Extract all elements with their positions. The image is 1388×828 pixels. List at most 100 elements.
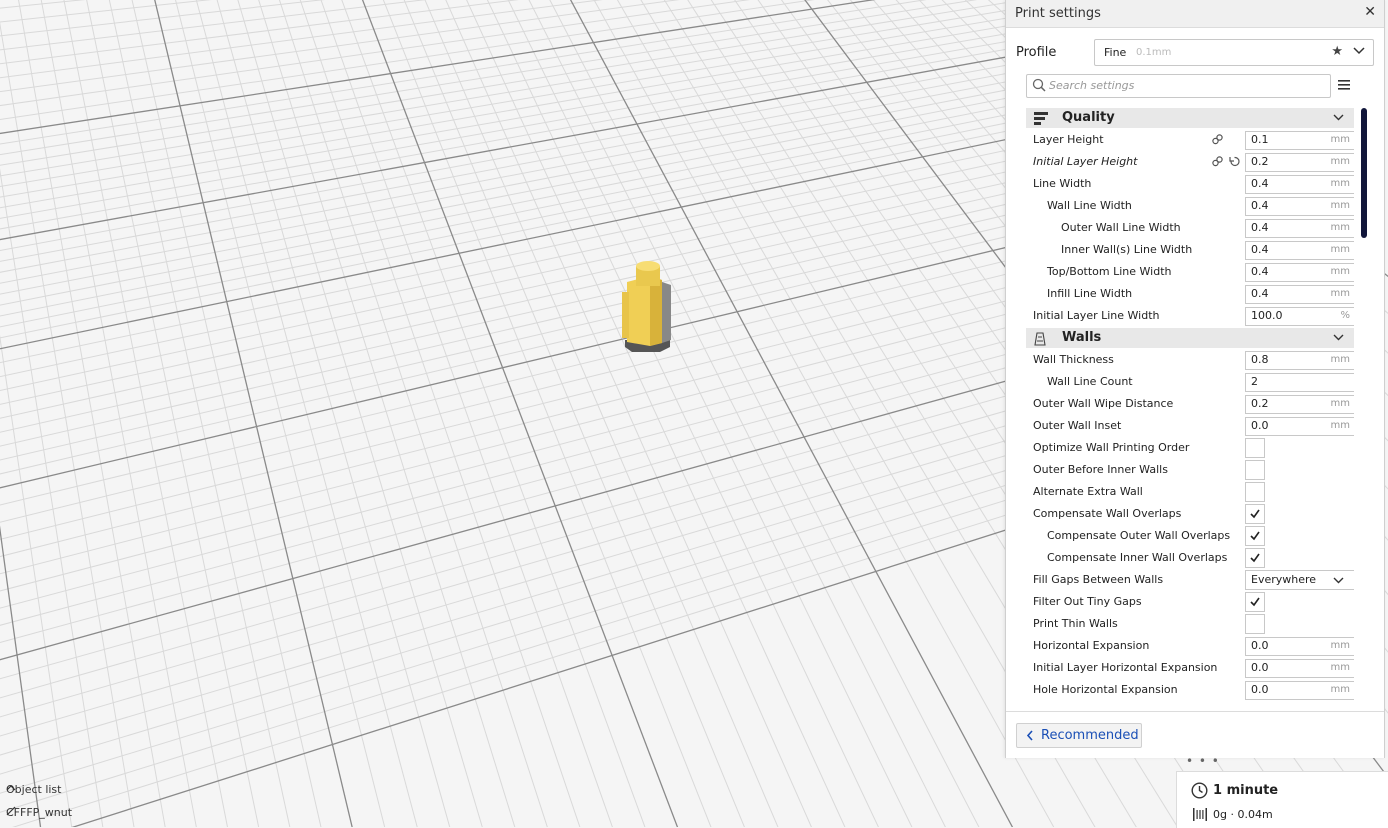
profile-layer-height: 0.1mm xyxy=(1136,47,1172,58)
settings-menu-icon[interactable] xyxy=(1338,79,1350,90)
chevron-down-icon[interactable] xyxy=(1333,113,1344,122)
panel-resize-handle[interactable]: • • • xyxy=(1186,754,1220,768)
setting-row[interactable]: Compensate Outer Wall Overlaps xyxy=(1026,525,1354,547)
setting-input[interactable]: 0.0 mm xyxy=(1245,681,1354,700)
setting-row[interactable]: Outer Wall Wipe Distance 0.2 mm xyxy=(1026,393,1354,415)
recommended-button[interactable]: Recommended xyxy=(1016,723,1142,748)
category-quality[interactable]: Quality xyxy=(1026,108,1354,128)
setting-value: 0.2 xyxy=(1251,397,1269,410)
setting-input[interactable]: 0.1 mm xyxy=(1245,131,1354,150)
setting-label: Alternate Extra Wall xyxy=(1033,485,1143,498)
print-estimate[interactable]: 1 minute 0g · 0.04m xyxy=(1176,771,1388,828)
setting-checkbox[interactable] xyxy=(1245,548,1265,568)
setting-label: Compensate Inner Wall Overlaps xyxy=(1047,551,1228,564)
setting-input[interactable]: 0.4 mm xyxy=(1245,219,1354,238)
setting-unit: mm xyxy=(1330,684,1350,695)
setting-unit: % xyxy=(1340,310,1350,321)
setting-input[interactable]: 0.4 mm xyxy=(1245,285,1354,304)
setting-row[interactable]: Outer Wall Inset 0.0 mm xyxy=(1026,415,1354,437)
close-icon[interactable]: ✕ xyxy=(1364,4,1376,20)
quality-icon xyxy=(1034,111,1048,130)
search-input[interactable] xyxy=(1049,77,1319,93)
setting-row[interactable]: Filter Out Tiny Gaps xyxy=(1026,591,1354,613)
setting-input[interactable]: 0.0 mm xyxy=(1245,417,1354,436)
setting-dropdown[interactable]: Everywhere xyxy=(1245,570,1354,590)
setting-row[interactable]: Hole Horizontal Expansion 0.0 mm xyxy=(1026,679,1354,701)
setting-input[interactable]: 100.0% xyxy=(1245,307,1354,326)
link-icon[interactable] xyxy=(1212,134,1223,145)
panel-footer: Recommended xyxy=(1006,711,1384,758)
setting-row[interactable]: Initial Layer Horizontal Expansion 0.0 mm xyxy=(1026,657,1354,679)
setting-value: 0.4 xyxy=(1251,287,1269,300)
setting-row[interactable]: Line Width 0.4 mm xyxy=(1026,173,1354,195)
setting-unit: mm xyxy=(1330,244,1350,255)
object-file-item[interactable]: CFFFP_wnut xyxy=(6,806,72,819)
setting-row[interactable]: Alternate Extra Wall xyxy=(1026,481,1354,503)
setting-row[interactable]: Print Thin Walls xyxy=(1026,613,1354,635)
setting-row[interactable]: Outer Before Inner Walls xyxy=(1026,459,1354,481)
quality-icon-glyph xyxy=(1034,112,1048,125)
setting-input[interactable]: 0.4 mm xyxy=(1245,241,1354,260)
estimate-time: 1 minute xyxy=(1213,783,1279,798)
setting-input[interactable]: 0.2 mm xyxy=(1245,395,1354,414)
setting-row[interactable]: Wall Thickness 0.8 mm xyxy=(1026,349,1354,371)
setting-row[interactable]: Inner Wall(s) Line Width 0.4 mm xyxy=(1026,239,1354,261)
setting-input[interactable]: 0.2 mm xyxy=(1245,153,1354,172)
walls-icon-glyph xyxy=(1034,332,1046,346)
setting-checkbox[interactable] xyxy=(1245,592,1265,612)
setting-row[interactable]: Outer Wall Line Width 0.4 mm xyxy=(1026,217,1354,239)
setting-label: Wall Line Count xyxy=(1047,375,1133,388)
model-object[interactable] xyxy=(622,261,671,352)
category-label: Walls xyxy=(1062,330,1102,345)
setting-checkbox[interactable] xyxy=(1245,460,1265,480)
setting-unit: mm xyxy=(1330,288,1350,299)
setting-value: 0.2 xyxy=(1251,155,1269,168)
setting-checkbox[interactable] xyxy=(1245,438,1265,458)
setting-checkbox[interactable] xyxy=(1245,482,1265,502)
setting-row[interactable]: Wall Line Count 2 xyxy=(1026,371,1354,393)
setting-value: 100.0 xyxy=(1251,309,1283,322)
star-icon[interactable]: ★ xyxy=(1331,44,1343,59)
setting-checkbox[interactable] xyxy=(1245,526,1265,546)
setting-label: Horizontal Expansion xyxy=(1033,639,1150,652)
category-walls[interactable]: Walls xyxy=(1026,328,1354,348)
setting-row[interactable]: Fill Gaps Between Walls Everywhere xyxy=(1026,569,1354,591)
setting-row[interactable]: Wall Line Width 0.4 mm xyxy=(1026,195,1354,217)
clock-icon xyxy=(1191,782,1208,799)
setting-row[interactable]: Layer Height 0.1 mm xyxy=(1026,129,1354,151)
setting-row[interactable]: Compensate Wall Overlaps xyxy=(1026,503,1354,525)
setting-unit: mm xyxy=(1330,662,1350,673)
setting-row[interactable]: Initial Layer Height 0.2 mm xyxy=(1026,151,1354,173)
link-icon[interactable] xyxy=(1212,156,1223,167)
setting-row[interactable]: Horizontal Expansion 0.0 mm xyxy=(1026,635,1354,657)
setting-input[interactable]: 0.4 mm xyxy=(1245,263,1354,282)
setting-row[interactable]: Initial Layer Line Width 100.0% xyxy=(1026,305,1354,327)
setting-row[interactable]: Top/Bottom Line Width 0.4 mm xyxy=(1026,261,1354,283)
chevron-down-icon[interactable] xyxy=(1353,46,1365,56)
setting-input[interactable]: 0.4 mm xyxy=(1245,175,1354,194)
chevron-up-icon xyxy=(6,785,16,791)
setting-input[interactable]: 0.8 mm xyxy=(1245,351,1354,370)
setting-label: Inner Wall(s) Line Width xyxy=(1061,243,1193,256)
object-list-toggle[interactable]: Object list xyxy=(6,783,61,796)
setting-input[interactable]: 0.4 mm xyxy=(1245,197,1354,216)
setting-input[interactable]: 0.0 mm xyxy=(1245,659,1354,678)
setting-checkbox[interactable] xyxy=(1245,504,1265,524)
setting-input[interactable]: 0.0 mm xyxy=(1245,637,1354,656)
setting-value: 0.4 xyxy=(1251,221,1269,234)
setting-row[interactable]: Optimize Wall Printing Order xyxy=(1026,437,1354,459)
setting-value: 0.4 xyxy=(1251,199,1269,212)
setting-row[interactable]: Infill Line Width 0.4 mm xyxy=(1026,283,1354,305)
setting-row[interactable]: Compensate Inner Wall Overlaps xyxy=(1026,547,1354,569)
setting-unit: mm xyxy=(1330,200,1350,211)
setting-unit: mm xyxy=(1330,156,1350,167)
reset-icon[interactable] xyxy=(1229,156,1240,167)
setting-checkbox[interactable] xyxy=(1245,614,1265,634)
settings-scrollbar[interactable] xyxy=(1361,108,1367,238)
setting-label: Compensate Outer Wall Overlaps xyxy=(1047,529,1231,542)
setting-value: 0.4 xyxy=(1251,265,1269,278)
chevron-down-icon[interactable] xyxy=(1333,333,1344,342)
setting-input[interactable]: 2 xyxy=(1245,373,1354,392)
panel-title: Print settings xyxy=(1015,6,1101,21)
profile-select[interactable]: Fine 0.1mm ★ xyxy=(1094,39,1374,66)
